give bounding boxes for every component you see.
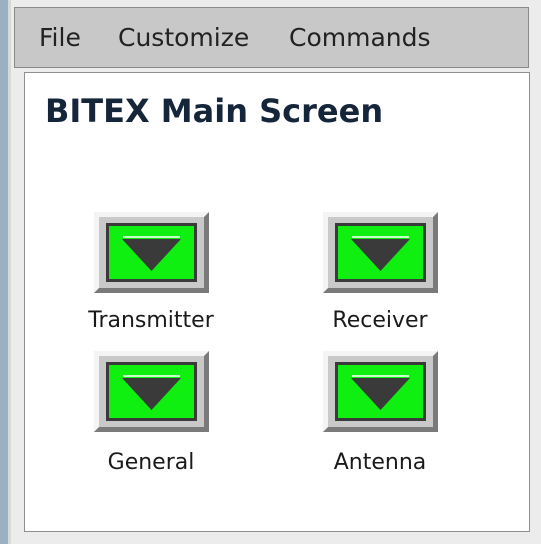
general-button[interactable] (94, 351, 209, 432)
down-triangle-icon (122, 375, 181, 410)
page-title: BITEX Main Screen (45, 92, 384, 130)
menu-bar: File Customize Commands (14, 7, 529, 68)
antenna-button[interactable] (323, 351, 438, 432)
down-triangle-icon (122, 236, 181, 271)
menu-file[interactable]: File (39, 23, 81, 53)
transmitter-label: Transmitter (88, 308, 214, 333)
transmitter-button[interactable] (94, 212, 209, 293)
receiver-button-face (335, 223, 426, 282)
down-triangle-icon (351, 236, 410, 271)
menu-commands[interactable]: Commands (289, 23, 431, 53)
general-label: General (107, 450, 195, 475)
window-left-border (0, 0, 8, 544)
antenna-label: Antenna (333, 450, 427, 475)
antenna-button-face (335, 362, 426, 421)
receiver-button[interactable] (323, 212, 438, 293)
transmitter-button-face (106, 223, 197, 282)
receiver-label: Receiver (332, 308, 428, 333)
down-triangle-icon (351, 375, 410, 410)
menu-customize[interactable]: Customize (118, 23, 249, 53)
main-panel: BITEX Main Screen Transmitter Receiver G… (24, 72, 530, 532)
general-button-face (106, 362, 197, 421)
